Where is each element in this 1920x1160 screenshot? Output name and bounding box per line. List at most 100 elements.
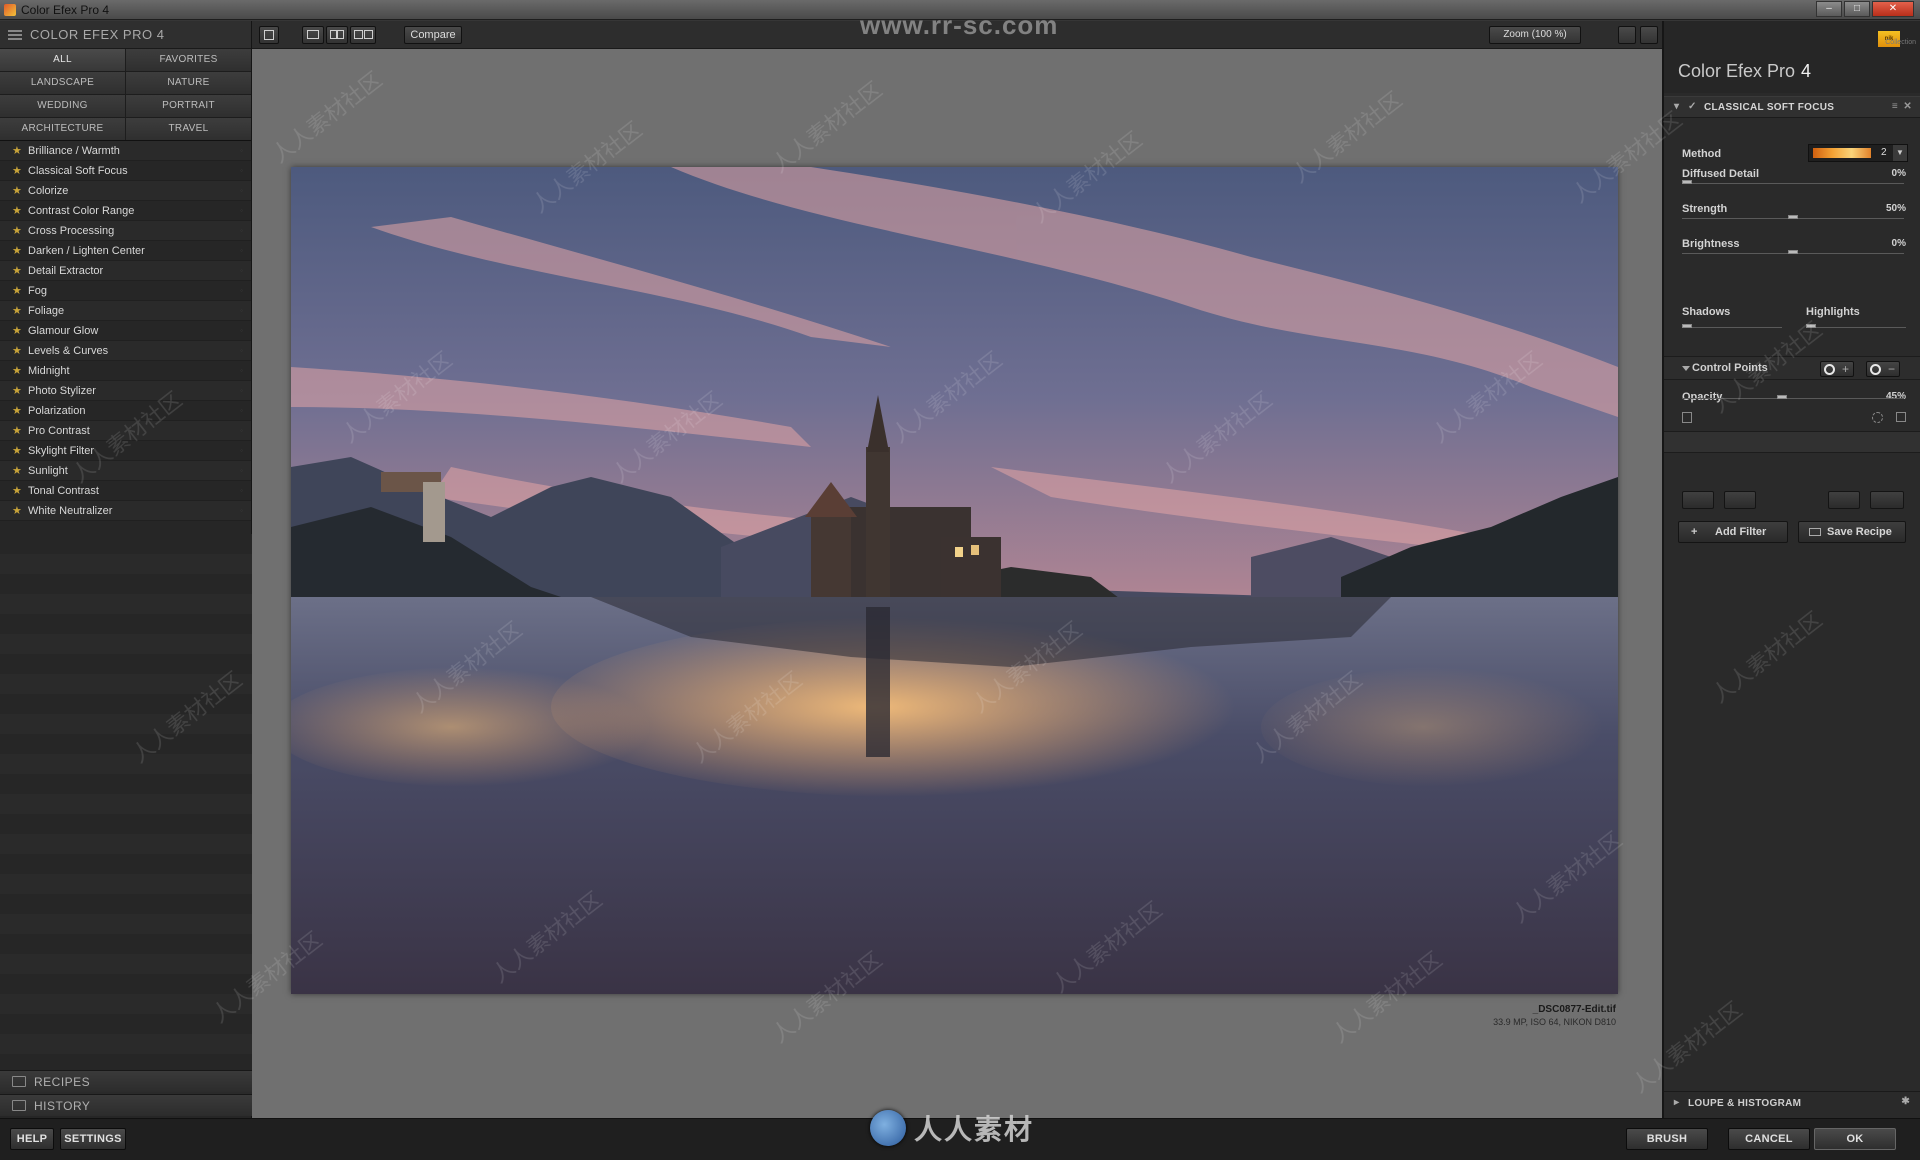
slider-thumb[interactable] bbox=[1682, 180, 1692, 184]
favorite-star-icon[interactable]: ★ bbox=[12, 444, 28, 457]
cancel-button[interactable]: CANCEL bbox=[1728, 1128, 1810, 1150]
method-dropdown[interactable]: 2 ▼ bbox=[1808, 144, 1908, 162]
favorite-star-icon[interactable]: ★ bbox=[12, 324, 28, 337]
filter-item[interactable]: ★ White Neutralizer ◦ bbox=[0, 501, 251, 521]
split-view-icon[interactable] bbox=[326, 26, 348, 44]
filter-item[interactable]: ★ Glamour Glow ◦ bbox=[0, 321, 251, 341]
side-by-side-view-icon[interactable] bbox=[350, 26, 376, 44]
brush-button[interactable]: BRUSH bbox=[1626, 1128, 1708, 1150]
slider-thumb[interactable] bbox=[1682, 324, 1692, 328]
maximize-button[interactable]: □ bbox=[1844, 1, 1870, 17]
category-travel[interactable]: TRAVEL bbox=[126, 118, 251, 140]
filter-item[interactable]: ★ Foliage ◦ bbox=[0, 301, 251, 321]
slider-thumb[interactable] bbox=[1806, 324, 1816, 328]
category-portrait[interactable]: PORTRAIT bbox=[126, 95, 251, 117]
control-point-icon bbox=[1824, 364, 1835, 375]
category-all[interactable]: ALL bbox=[0, 49, 125, 71]
recipes-section[interactable]: RECIPES bbox=[0, 1070, 252, 1092]
active-filter-header[interactable]: ▾ ✓ CLASSICAL SOFT FOCUS ≡ ✕ bbox=[1664, 96, 1920, 118]
collapse-arrow-icon[interactable] bbox=[1682, 366, 1690, 371]
category-landscape[interactable]: LANDSCAPE bbox=[0, 72, 125, 94]
favorite-star-icon[interactable]: ★ bbox=[12, 484, 28, 497]
collapse-arrow-icon[interactable]: ▾ bbox=[1674, 101, 1679, 112]
favorite-star-icon[interactable]: ★ bbox=[12, 464, 28, 477]
history-section[interactable]: HISTORY bbox=[0, 1094, 252, 1116]
ok-button[interactable]: OK bbox=[1814, 1128, 1896, 1150]
filter-action-icon[interactable] bbox=[1828, 491, 1860, 509]
add-filter-button[interactable]: + Add Filter bbox=[1678, 521, 1788, 543]
filter-item[interactable]: ★ Polarization ◦ bbox=[0, 401, 251, 421]
filter-item[interactable]: ★ Skylight Filter ◦ bbox=[0, 441, 251, 461]
opacity-slider[interactable] bbox=[1682, 395, 1904, 399]
filter-item[interactable]: ★ Brilliance / Warmth ◦ bbox=[0, 141, 251, 161]
remove-control-point-button[interactable]: − bbox=[1866, 361, 1900, 377]
category-nature[interactable]: NATURE bbox=[126, 72, 251, 94]
filter-item[interactable]: ★ Pro Contrast ◦ bbox=[0, 421, 251, 441]
favorite-star-icon[interactable]: ★ bbox=[12, 364, 28, 377]
favorite-star-icon[interactable]: ★ bbox=[12, 504, 28, 517]
remove-filter-icon[interactable]: ✕ bbox=[1903, 101, 1912, 112]
filter-action-icon[interactable] bbox=[1724, 491, 1756, 509]
fullscreen-icon[interactable] bbox=[1640, 26, 1658, 44]
filter-item[interactable]: ★ Photo Stylizer ◦ bbox=[0, 381, 251, 401]
filter-item[interactable]: ★ Fog ◦ bbox=[0, 281, 251, 301]
pin-icon[interactable]: ✱ bbox=[1901, 1096, 1910, 1107]
favorite-star-icon[interactable]: ★ bbox=[12, 184, 28, 197]
category-architecture[interactable]: ARCHITECTURE bbox=[0, 118, 125, 140]
slider-track[interactable] bbox=[1682, 215, 1904, 219]
shadows-slider[interactable] bbox=[1682, 324, 1782, 328]
slider-thumb[interactable] bbox=[1777, 395, 1787, 399]
favorite-star-icon[interactable]: ★ bbox=[12, 264, 28, 277]
favorite-star-icon[interactable]: ★ bbox=[12, 244, 28, 257]
filter-item[interactable]: ★ Sunlight ◦ bbox=[0, 461, 251, 481]
filter-browser-panel: COLOR EFEX PRO 4 ALL FAVORITES LANDSCAPE NA… bbox=[0, 21, 252, 1118]
filter-action-icon[interactable] bbox=[1682, 491, 1714, 509]
filter-item[interactable]: ★ Contrast Color Range ◦ bbox=[0, 201, 251, 221]
add-control-point-button[interactable]: + bbox=[1820, 361, 1854, 377]
mask-icon[interactable] bbox=[1896, 412, 1906, 422]
menu-icon[interactable] bbox=[8, 29, 22, 40]
favorite-star-icon[interactable]: ★ bbox=[12, 304, 28, 317]
favorite-star-icon[interactable]: ★ bbox=[12, 424, 28, 437]
filter-item[interactable]: ★ Darken / Lighten Center ◦ bbox=[0, 241, 251, 261]
highlights-slider[interactable] bbox=[1806, 324, 1906, 328]
category-wedding[interactable]: WEDDING bbox=[0, 95, 125, 117]
filter-item[interactable]: ★ Colorize ◦ bbox=[0, 181, 251, 201]
help-button[interactable]: HELP bbox=[10, 1128, 54, 1150]
filter-action-icon[interactable] bbox=[1870, 491, 1904, 509]
favorite-star-icon[interactable]: ★ bbox=[12, 144, 28, 157]
selection-icon[interactable] bbox=[1872, 412, 1883, 423]
favorite-star-icon[interactable]: ★ bbox=[12, 404, 28, 417]
slider-thumb[interactable] bbox=[1788, 250, 1798, 254]
slider-track[interactable] bbox=[1682, 250, 1904, 254]
filter-item[interactable]: ★ Cross Processing ◦ bbox=[0, 221, 251, 241]
filter-item[interactable]: ★ Detail Extractor ◦ bbox=[0, 261, 251, 281]
filter-item[interactable]: ★ Classical Soft Focus ◦ bbox=[0, 161, 251, 181]
favorite-star-icon[interactable]: ★ bbox=[12, 224, 28, 237]
filter-item[interactable]: ★ Midnight ◦ bbox=[0, 361, 251, 381]
category-favorites[interactable]: FAVORITES bbox=[126, 49, 251, 71]
settings-button[interactable]: SETTINGS bbox=[60, 1128, 126, 1150]
filter-item[interactable]: ★ Levels & Curves ◦ bbox=[0, 341, 251, 361]
favorite-star-icon[interactable]: ★ bbox=[12, 204, 28, 217]
slider-thumb[interactable] bbox=[1788, 215, 1798, 219]
toggle-panel-icon[interactable] bbox=[259, 26, 279, 44]
background-color-icon[interactable] bbox=[1618, 26, 1636, 44]
slider-track[interactable] bbox=[1682, 180, 1904, 184]
close-button[interactable]: ✕ bbox=[1872, 1, 1914, 17]
loupe-histogram-section[interactable]: ▸ LOUPE & HISTOGRAM ✱ bbox=[1664, 1091, 1920, 1115]
favorite-star-icon[interactable]: ★ bbox=[12, 284, 28, 297]
favorite-star-icon[interactable]: ★ bbox=[12, 344, 28, 357]
zoom-dropdown[interactable]: Zoom (100 %) bbox=[1489, 26, 1581, 44]
filter-enabled-checkbox[interactable]: ✓ bbox=[1688, 101, 1697, 112]
favorite-star-icon[interactable]: ★ bbox=[12, 384, 28, 397]
filter-menu-icon[interactable]: ≡ bbox=[1892, 101, 1898, 112]
favorite-star-icon[interactable]: ★ bbox=[12, 164, 28, 177]
single-view-icon[interactable] bbox=[302, 26, 324, 44]
filter-item[interactable]: ★ Tonal Contrast ◦ bbox=[0, 481, 251, 501]
save-recipe-button[interactable]: Save Recipe bbox=[1798, 521, 1906, 543]
minimize-button[interactable]: – bbox=[1816, 1, 1842, 17]
filter-name: Darken / Lighten Center bbox=[28, 244, 145, 257]
layer-icon[interactable] bbox=[1682, 412, 1692, 423]
compare-button[interactable]: Compare bbox=[404, 26, 462, 44]
